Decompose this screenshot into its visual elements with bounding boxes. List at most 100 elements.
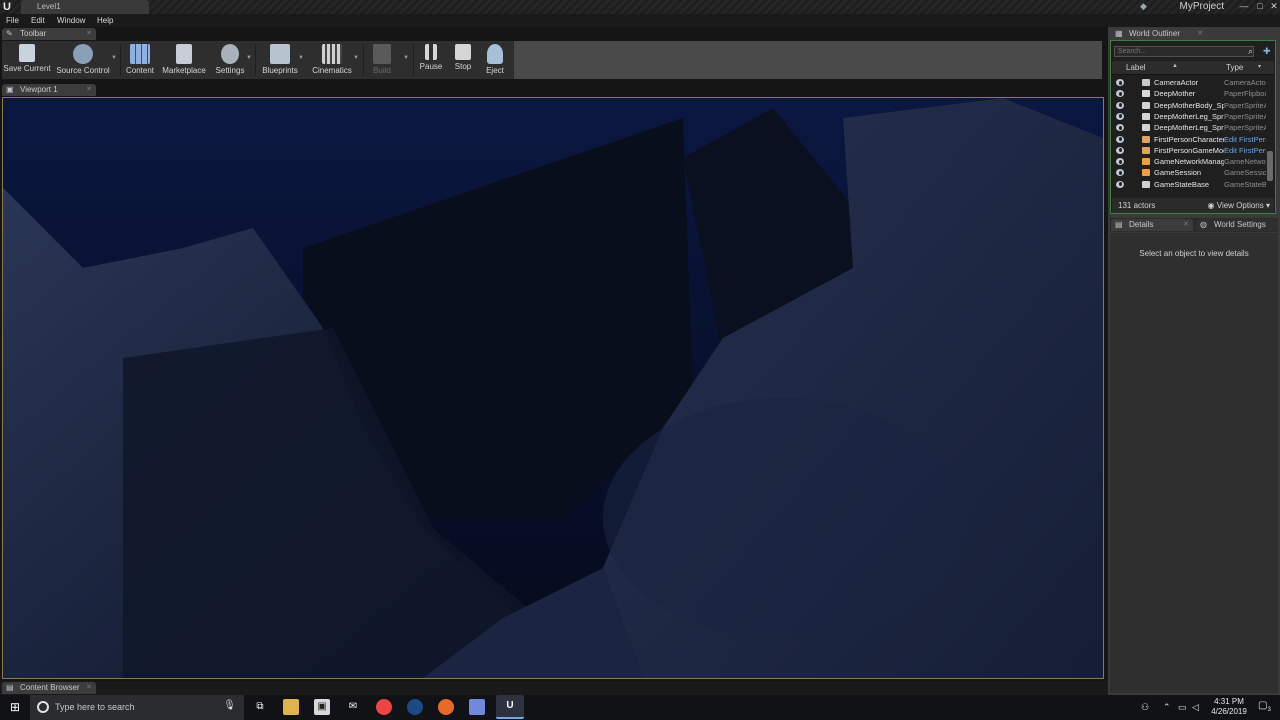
rock-texture-patch [603, 398, 963, 638]
people-icon[interactable]: ⚇ [1141, 702, 1149, 713]
visibility-eye-icon[interactable] [1116, 180, 1124, 188]
content-label: Content [125, 66, 155, 75]
outliner-row[interactable]: FirstPersonCharacterEdit FirstPersonChar… [1112, 134, 1266, 145]
outliner-row[interactable]: DeepMotherLeg_SpritePaperSpriteActor [1112, 122, 1266, 133]
discord-icon[interactable] [469, 699, 485, 715]
content-button[interactable]: Content [123, 42, 157, 78]
details-empty-hint: Select an object to view details [1139, 249, 1249, 258]
build-icon [373, 44, 391, 64]
visibility-eye-icon[interactable] [1116, 135, 1124, 143]
visibility-eye-icon[interactable] [1116, 101, 1124, 109]
add-actor-icon[interactable]: ✚ [1263, 45, 1275, 57]
actor-type-icon [1142, 158, 1150, 166]
volume-icon[interactable]: ◁ [1192, 702, 1199, 713]
view-options-button[interactable]: ◉ View Options ▾ [1208, 201, 1270, 210]
save-current-button[interactable]: Save Current [2, 42, 52, 78]
visibility-eye-icon[interactable] [1116, 90, 1124, 98]
visibility-eye-icon[interactable] [1116, 124, 1124, 132]
outliner-row[interactable]: DeepMotherLeg_SpritePaperSpriteActor [1112, 111, 1266, 122]
outliner-search-input[interactable]: Search... [1114, 46, 1254, 57]
visibility-eye-icon[interactable] [1116, 158, 1124, 166]
tab-world-settings[interactable]: ◍ World Settings [1196, 219, 1278, 231]
marketplace-button[interactable]: Marketplace [160, 42, 208, 78]
source-control-button[interactable]: Source Control [54, 42, 112, 78]
close-tab-icon[interactable]: ✕ [1183, 219, 1189, 231]
tab-viewport[interactable]: ▣ Viewport 1 ✕ [2, 84, 96, 96]
outliner-row[interactable]: CameraActor CameraActor [1112, 77, 1266, 88]
cinematics-button[interactable]: Cinematics [308, 42, 356, 78]
level-tab[interactable]: Level1 [21, 0, 149, 14]
microphone-icon[interactable]: 🎙 [223, 700, 236, 711]
unreal-logo-icon[interactable]: U [3, 1, 15, 13]
actor-type[interactable]: Edit FirstPersonCharacter [1224, 134, 1266, 145]
chrome-icon[interactable] [376, 699, 392, 715]
details-tab-bar: ▤ Details ✕ ◍ World Settings [1110, 218, 1278, 232]
blueprints-button[interactable]: Blueprints [258, 42, 302, 78]
notifications-icon[interactable]: ▢3 [1258, 700, 1271, 713]
visibility-eye-icon[interactable] [1116, 146, 1124, 154]
store-icon[interactable]: ▣ [314, 699, 330, 715]
outliner-row[interactable]: DeepMother PaperFlipbookActor [1112, 88, 1266, 99]
tab-world-outliner[interactable]: ▦ World Outliner ✕ [1111, 28, 1207, 40]
close-tab-icon[interactable]: ✕ [86, 28, 92, 40]
task-view-icon[interactable]: ⧉ [252, 699, 268, 715]
network-icon[interactable]: ▭ [1178, 702, 1187, 713]
visibility-eye-icon[interactable] [1116, 79, 1124, 86]
actor-type: GameStateBase [1224, 179, 1266, 189]
tab-toolbar[interactable]: ✎ Toolbar ✕ [2, 28, 96, 40]
column-type-header[interactable]: Type [1226, 63, 1243, 72]
close-tab-icon[interactable]: ✕ [1197, 28, 1203, 40]
save-icon [19, 44, 35, 62]
steam-icon[interactable] [407, 699, 423, 715]
app-icon[interactable] [438, 699, 454, 715]
build-button[interactable]: Build [366, 42, 398, 78]
outliner-row[interactable]: GameStateBase GameStateBase [1112, 179, 1266, 190]
minimize-button[interactable]: — [1236, 0, 1252, 12]
visibility-eye-icon[interactable] [1116, 169, 1124, 177]
source-control-dropdown-icon[interactable]: ▼ [111, 55, 117, 61]
actor-type-icon [1142, 101, 1150, 109]
stop-button[interactable]: Stop [448, 42, 478, 78]
outliner-row[interactable]: GameSession GameSession [1112, 167, 1266, 178]
start-button[interactable]: ⊞ [0, 695, 30, 720]
actor-count: 131 actors [1118, 201, 1156, 210]
close-tab-icon[interactable]: ✕ [86, 84, 92, 96]
level-viewport[interactable] [2, 97, 1104, 679]
outliner-scrollbar[interactable] [1267, 151, 1273, 181]
menu-file[interactable]: File [6, 15, 19, 26]
cinematics-label: Cinematics [312, 66, 352, 75]
eject-button[interactable]: Eject [480, 42, 510, 78]
menu-window[interactable]: Window [57, 15, 85, 26]
actor-type: GameSession [1224, 168, 1266, 178]
mail-icon[interactable]: ✉ [345, 699, 361, 715]
column-label-header[interactable]: Label [1126, 63, 1146, 72]
view-options-label: View Options [1216, 201, 1264, 210]
close-button[interactable]: ✕ [1266, 0, 1280, 12]
details-icon: ▤ [1115, 220, 1123, 229]
visibility-eye-icon[interactable] [1116, 112, 1124, 120]
build-dropdown-icon[interactable]: ▼ [403, 55, 409, 61]
blueprints-dropdown-icon[interactable]: ▼ [298, 55, 304, 61]
file-explorer-icon[interactable] [283, 699, 299, 715]
chevron-down-icon[interactable]: ▾ [1258, 63, 1261, 70]
outliner-row[interactable]: FirstPersonGameModeEdit FirstPersonGameM… [1112, 145, 1266, 156]
tab-details[interactable]: ▤ Details ✕ [1111, 219, 1193, 231]
settings-dropdown-icon[interactable]: ▼ [246, 55, 252, 61]
settings-button[interactable]: Settings [211, 42, 249, 78]
cinematics-dropdown-icon[interactable]: ▼ [353, 55, 359, 61]
clock[interactable]: 4:31 PM 4/26/2019 [1204, 697, 1254, 717]
tab-content-browser[interactable]: ▤ Content Browser ✕ [2, 682, 96, 694]
chevron-up-icon[interactable]: ⌃ [1163, 702, 1171, 713]
close-tab-icon[interactable]: ✕ [86, 682, 92, 694]
windows-icon: ⊞ [9, 700, 21, 714]
menu-edit[interactable]: Edit [31, 15, 45, 26]
unreal-engine-taskbar-icon[interactable]: U [496, 695, 524, 719]
taskbar-search[interactable]: Type here to search 🎙 [30, 695, 244, 720]
outliner-row[interactable]: GameNetworkManagerGameNetworkManager [1112, 156, 1266, 167]
pause-button[interactable]: Pause [416, 42, 446, 78]
menu-help[interactable]: Help [97, 15, 113, 26]
outliner-row[interactable]: DeepMotherBody_SpritePaperSpriteActor [1112, 100, 1266, 111]
search-icon[interactable]: ⌕ [1248, 46, 1253, 57]
pause-label: Pause [419, 62, 443, 71]
actor-type[interactable]: Edit FirstPersonGameMode [1224, 145, 1266, 156]
